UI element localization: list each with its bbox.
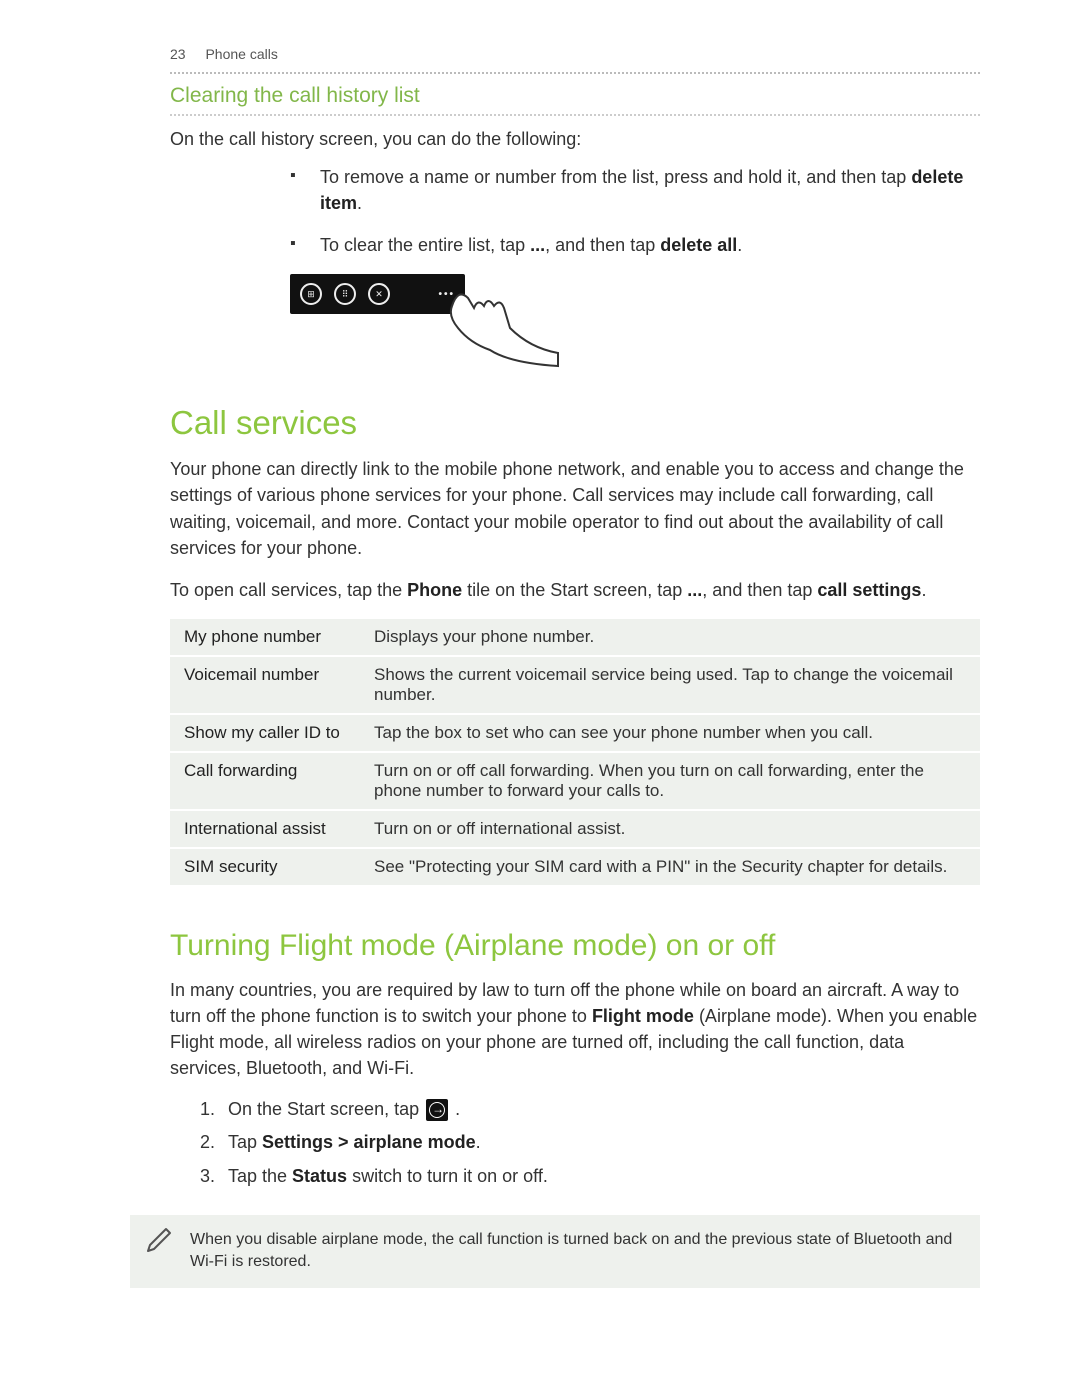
setting-desc: Turn on or off call forwarding. When you…: [360, 752, 980, 810]
step-item: 3. Tap the Status switch to turn it on o…: [200, 1164, 980, 1189]
flight-para: In many countries, you are required by l…: [170, 977, 980, 1081]
setting-desc: Shows the current voicemail service bein…: [360, 656, 980, 714]
clearing-intro: On the call history screen, you can do t…: [170, 126, 980, 152]
pencil-icon: [144, 1227, 172, 1255]
call-services-para: Your phone can directly link to the mobi…: [170, 456, 980, 560]
bullet-item: To clear the entire list, tap ..., and t…: [290, 232, 980, 258]
setting-desc: Turn on or off international assist.: [360, 810, 980, 848]
note-box: When you disable airplane mode, the call…: [130, 1215, 980, 1288]
table-row: SIM securitySee "Protecting your SIM car…: [170, 848, 980, 886]
note-text: When you disable airplane mode, the call…: [190, 1231, 952, 1270]
clearing-bullets: To remove a name or number from the list…: [290, 164, 980, 258]
table-row: My phone numberDisplays your phone numbe…: [170, 619, 980, 656]
toolbar-image: ⊞ ⠿ ✕ •••: [290, 274, 465, 314]
heading-call-services: Call services: [170, 404, 980, 442]
section-name: Phone calls: [205, 46, 277, 62]
bullet-item: To remove a name or number from the list…: [290, 164, 980, 216]
toolbar-icon: ⠿: [334, 283, 356, 305]
divider: [170, 72, 980, 74]
setting-label: SIM security: [170, 848, 360, 886]
call-services-table: My phone numberDisplays your phone numbe…: [170, 619, 980, 887]
hand-pointer-icon: [440, 278, 560, 368]
document-page: 23 Phone calls Clearing the call history…: [0, 0, 1080, 1348]
arrow-tile-icon: [426, 1099, 448, 1121]
setting-desc: Displays your phone number.: [360, 619, 980, 656]
divider: [170, 114, 980, 116]
toolbar-illustration: ⊞ ⠿ ✕ •••: [290, 274, 980, 374]
flight-steps: 1. On the Start screen, tap . 2. Tap Set…: [200, 1097, 980, 1189]
toolbar-icon: ⊞: [300, 283, 322, 305]
setting-label: Voicemail number: [170, 656, 360, 714]
page-header: 23 Phone calls: [170, 46, 980, 62]
setting-label: Call forwarding: [170, 752, 360, 810]
setting-label: Show my caller ID to: [170, 714, 360, 752]
step-item: 2. Tap Settings > airplane mode.: [200, 1130, 980, 1155]
heading-flight-mode: Turning Flight mode (Airplane mode) on o…: [170, 929, 980, 963]
table-row: Call forwardingTurn on or off call forwa…: [170, 752, 980, 810]
setting-label: International assist: [170, 810, 360, 848]
call-services-open: To open call services, tap the Phone til…: [170, 577, 980, 603]
toolbar-icon: ✕: [368, 283, 390, 305]
page-number: 23: [170, 46, 186, 62]
setting-desc: See "Protecting your SIM card with a PIN…: [360, 848, 980, 886]
table-row: Voicemail numberShows the current voicem…: [170, 656, 980, 714]
setting-label: My phone number: [170, 619, 360, 656]
subheading-clearing: Clearing the call history list: [170, 84, 980, 108]
setting-desc: Tap the box to set who can see your phon…: [360, 714, 980, 752]
table-row: International assistTurn on or off inter…: [170, 810, 980, 848]
table-row: Show my caller ID toTap the box to set w…: [170, 714, 980, 752]
step-item: 1. On the Start screen, tap .: [200, 1097, 980, 1122]
